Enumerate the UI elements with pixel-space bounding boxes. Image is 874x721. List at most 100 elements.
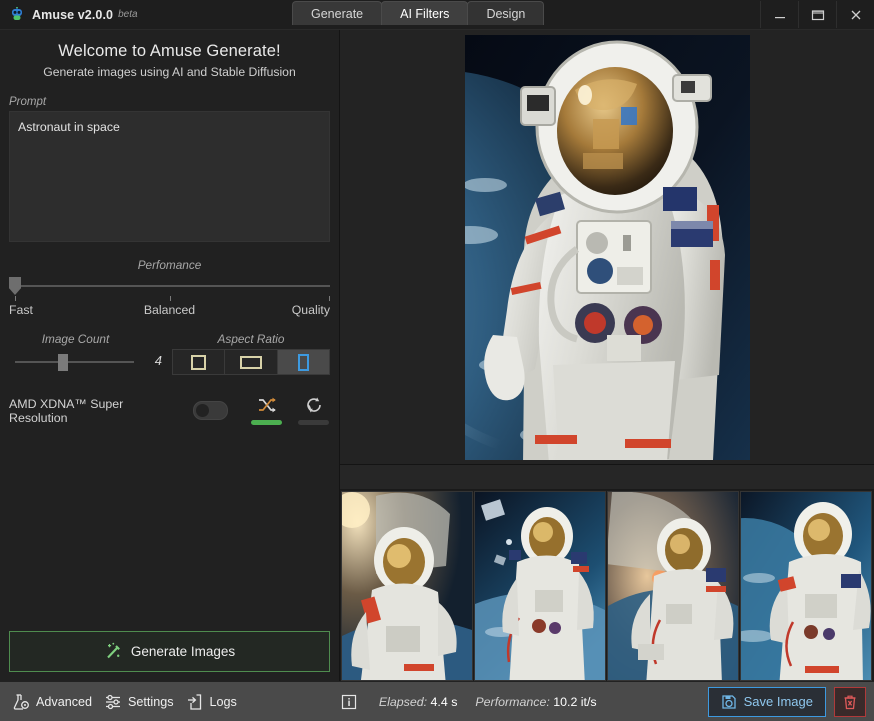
magic-wand-icon <box>104 642 123 661</box>
shuffle-icon <box>257 396 277 414</box>
welcome-subtitle: Generate images using AI and Stable Diff… <box>0 65 339 79</box>
performance-label-balanced: Balanced <box>144 303 195 317</box>
prompt-label: Prompt <box>9 96 339 108</box>
image-count-track <box>15 361 134 363</box>
performance-key: Performance: <box>475 695 549 709</box>
tab-generate-label: Generate <box>311 7 363 21</box>
performance-slider[interactable] <box>9 276 330 296</box>
performance-ticks <box>9 296 330 303</box>
right-preview-panel <box>340 30 874 681</box>
info-button[interactable] <box>341 694 357 710</box>
tab-design-label: Design <box>486 7 525 21</box>
super-resolution-toggle[interactable] <box>193 401 228 420</box>
tab-ai-filters-label: AI Filters <box>400 7 449 21</box>
aspect-ratio-landscape-button[interactable] <box>225 350 277 374</box>
tab-design[interactable]: Design <box>467 1 544 25</box>
refresh-icon <box>304 396 324 414</box>
app-body: Welcome to Amuse Generate! Generate imag… <box>0 30 874 681</box>
image-count-slider[interactable]: 4 <box>9 349 172 375</box>
aspect-ratio-buttons <box>172 349 330 375</box>
thumbnail-2-artwork <box>475 492 605 680</box>
logs-button[interactable]: Logs <box>186 693 237 711</box>
thumbnail-4-artwork <box>741 492 871 680</box>
thumbnail-strip-header <box>340 465 874 490</box>
generate-images-button[interactable]: Generate Images <box>9 631 330 672</box>
shuffle-seed-button[interactable] <box>250 396 283 425</box>
thumbnail-strip <box>340 490 874 681</box>
main-tabs: Generate AI Filters Design <box>292 0 543 25</box>
aspect-ratio-label: Aspect Ratio <box>172 332 330 346</box>
logs-label: Logs <box>210 695 237 709</box>
performance-tick-labels: Fast Balanced Quality <box>9 303 330 320</box>
amuse-app-window: Amuse v2.0.0 beta Generate AI Filters De… <box>0 0 874 721</box>
aspect-ratio-square-button[interactable] <box>173 350 225 374</box>
thumbnail-1-artwork <box>342 492 472 680</box>
minimize-icon <box>773 8 787 22</box>
performance-slider-group: Perfomance Fast Balanced Quality <box>9 258 330 320</box>
main-generated-image[interactable] <box>465 35 750 460</box>
settings-button[interactable]: Settings <box>104 693 174 711</box>
app-beta-tag: beta <box>118 9 137 20</box>
settings-label: Settings <box>128 695 174 709</box>
title-bar: Amuse v2.0.0 beta Generate AI Filters De… <box>0 0 874 30</box>
performance-slider-thumb[interactable] <box>9 277 21 295</box>
performance-label-quality: Quality <box>292 303 330 317</box>
super-resolution-label: AMD XDNA™ Super Resolution <box>9 397 182 425</box>
reuse-seed-button[interactable] <box>297 396 330 425</box>
tab-ai-filters[interactable]: AI Filters <box>381 1 468 25</box>
robot-mascot-icon <box>9 7 25 23</box>
performance-label-fast: Fast <box>9 303 33 317</box>
save-disk-icon <box>721 694 737 710</box>
sliders-icon <box>104 693 122 711</box>
advanced-label: Advanced <box>36 695 92 709</box>
performance-metric: Performance: 10.2 it/s <box>475 695 596 709</box>
count-and-ratio-row: Image Count 4 Aspect Ratio <box>0 332 339 375</box>
elapsed-metric: Elapsed: 4.4 s <box>379 695 458 709</box>
save-image-label: Save Image <box>744 694 813 709</box>
main-preview-area <box>340 30 874 465</box>
delete-image-button[interactable] <box>834 687 866 717</box>
thumbnail-3-artwork <box>608 492 738 680</box>
prompt-input[interactable]: Astronaut in space <box>9 111 330 242</box>
window-controls <box>760 0 874 29</box>
seed-action-buttons <box>250 396 330 425</box>
thumbnail-4[interactable] <box>740 491 872 681</box>
aspect-ratio-group: Aspect Ratio <box>172 332 339 375</box>
left-settings-panel: Welcome to Amuse Generate! Generate imag… <box>0 30 340 681</box>
welcome-block: Welcome to Amuse Generate! Generate imag… <box>0 30 339 79</box>
app-brand: Amuse v2.0.0 beta <box>0 7 138 23</box>
advanced-button[interactable]: Advanced <box>12 693 92 711</box>
elapsed-value: 4.4 s <box>431 695 458 709</box>
thumbnail-2[interactable] <box>474 491 606 681</box>
toggle-knob <box>196 404 209 417</box>
aspect-ratio-portrait-button[interactable] <box>278 350 329 374</box>
performance-value: 10.2 it/s <box>553 695 596 709</box>
tick-fast <box>15 296 16 301</box>
trash-icon <box>842 694 858 710</box>
landscape-ratio-icon <box>240 356 262 369</box>
flask-gear-icon <box>12 693 30 711</box>
thumbnail-1[interactable] <box>341 491 473 681</box>
performance-slider-track <box>15 285 330 287</box>
status-bar-actions: Save Image <box>708 687 866 717</box>
image-count-thumb[interactable] <box>58 354 68 371</box>
save-image-button[interactable]: Save Image <box>708 687 826 717</box>
status-metrics: Elapsed: 4.4 s Performance: 10.2 it/s <box>379 695 597 709</box>
close-button[interactable] <box>836 1 874 28</box>
super-resolution-row: AMD XDNA™ Super Resolution <box>0 396 330 425</box>
close-icon <box>849 8 863 22</box>
restore-button[interactable] <box>798 1 836 28</box>
tick-balanced <box>170 296 171 301</box>
minimize-button[interactable] <box>760 1 798 28</box>
app-title: Amuse v2.0.0 <box>32 8 113 22</box>
image-count-value: 4 <box>155 353 162 368</box>
welcome-title: Welcome to Amuse Generate! <box>0 42 339 61</box>
left-panel-spacer <box>0 425 339 631</box>
generate-images-label: Generate Images <box>131 644 235 659</box>
restore-window-icon <box>810 8 826 22</box>
thumbnail-3[interactable] <box>607 491 739 681</box>
image-count-group: Image Count 4 <box>0 332 172 375</box>
performance-label: Perfomance <box>9 258 330 272</box>
tab-generate[interactable]: Generate <box>292 1 382 25</box>
status-bar: Advanced Settings Logs <box>0 681 874 721</box>
